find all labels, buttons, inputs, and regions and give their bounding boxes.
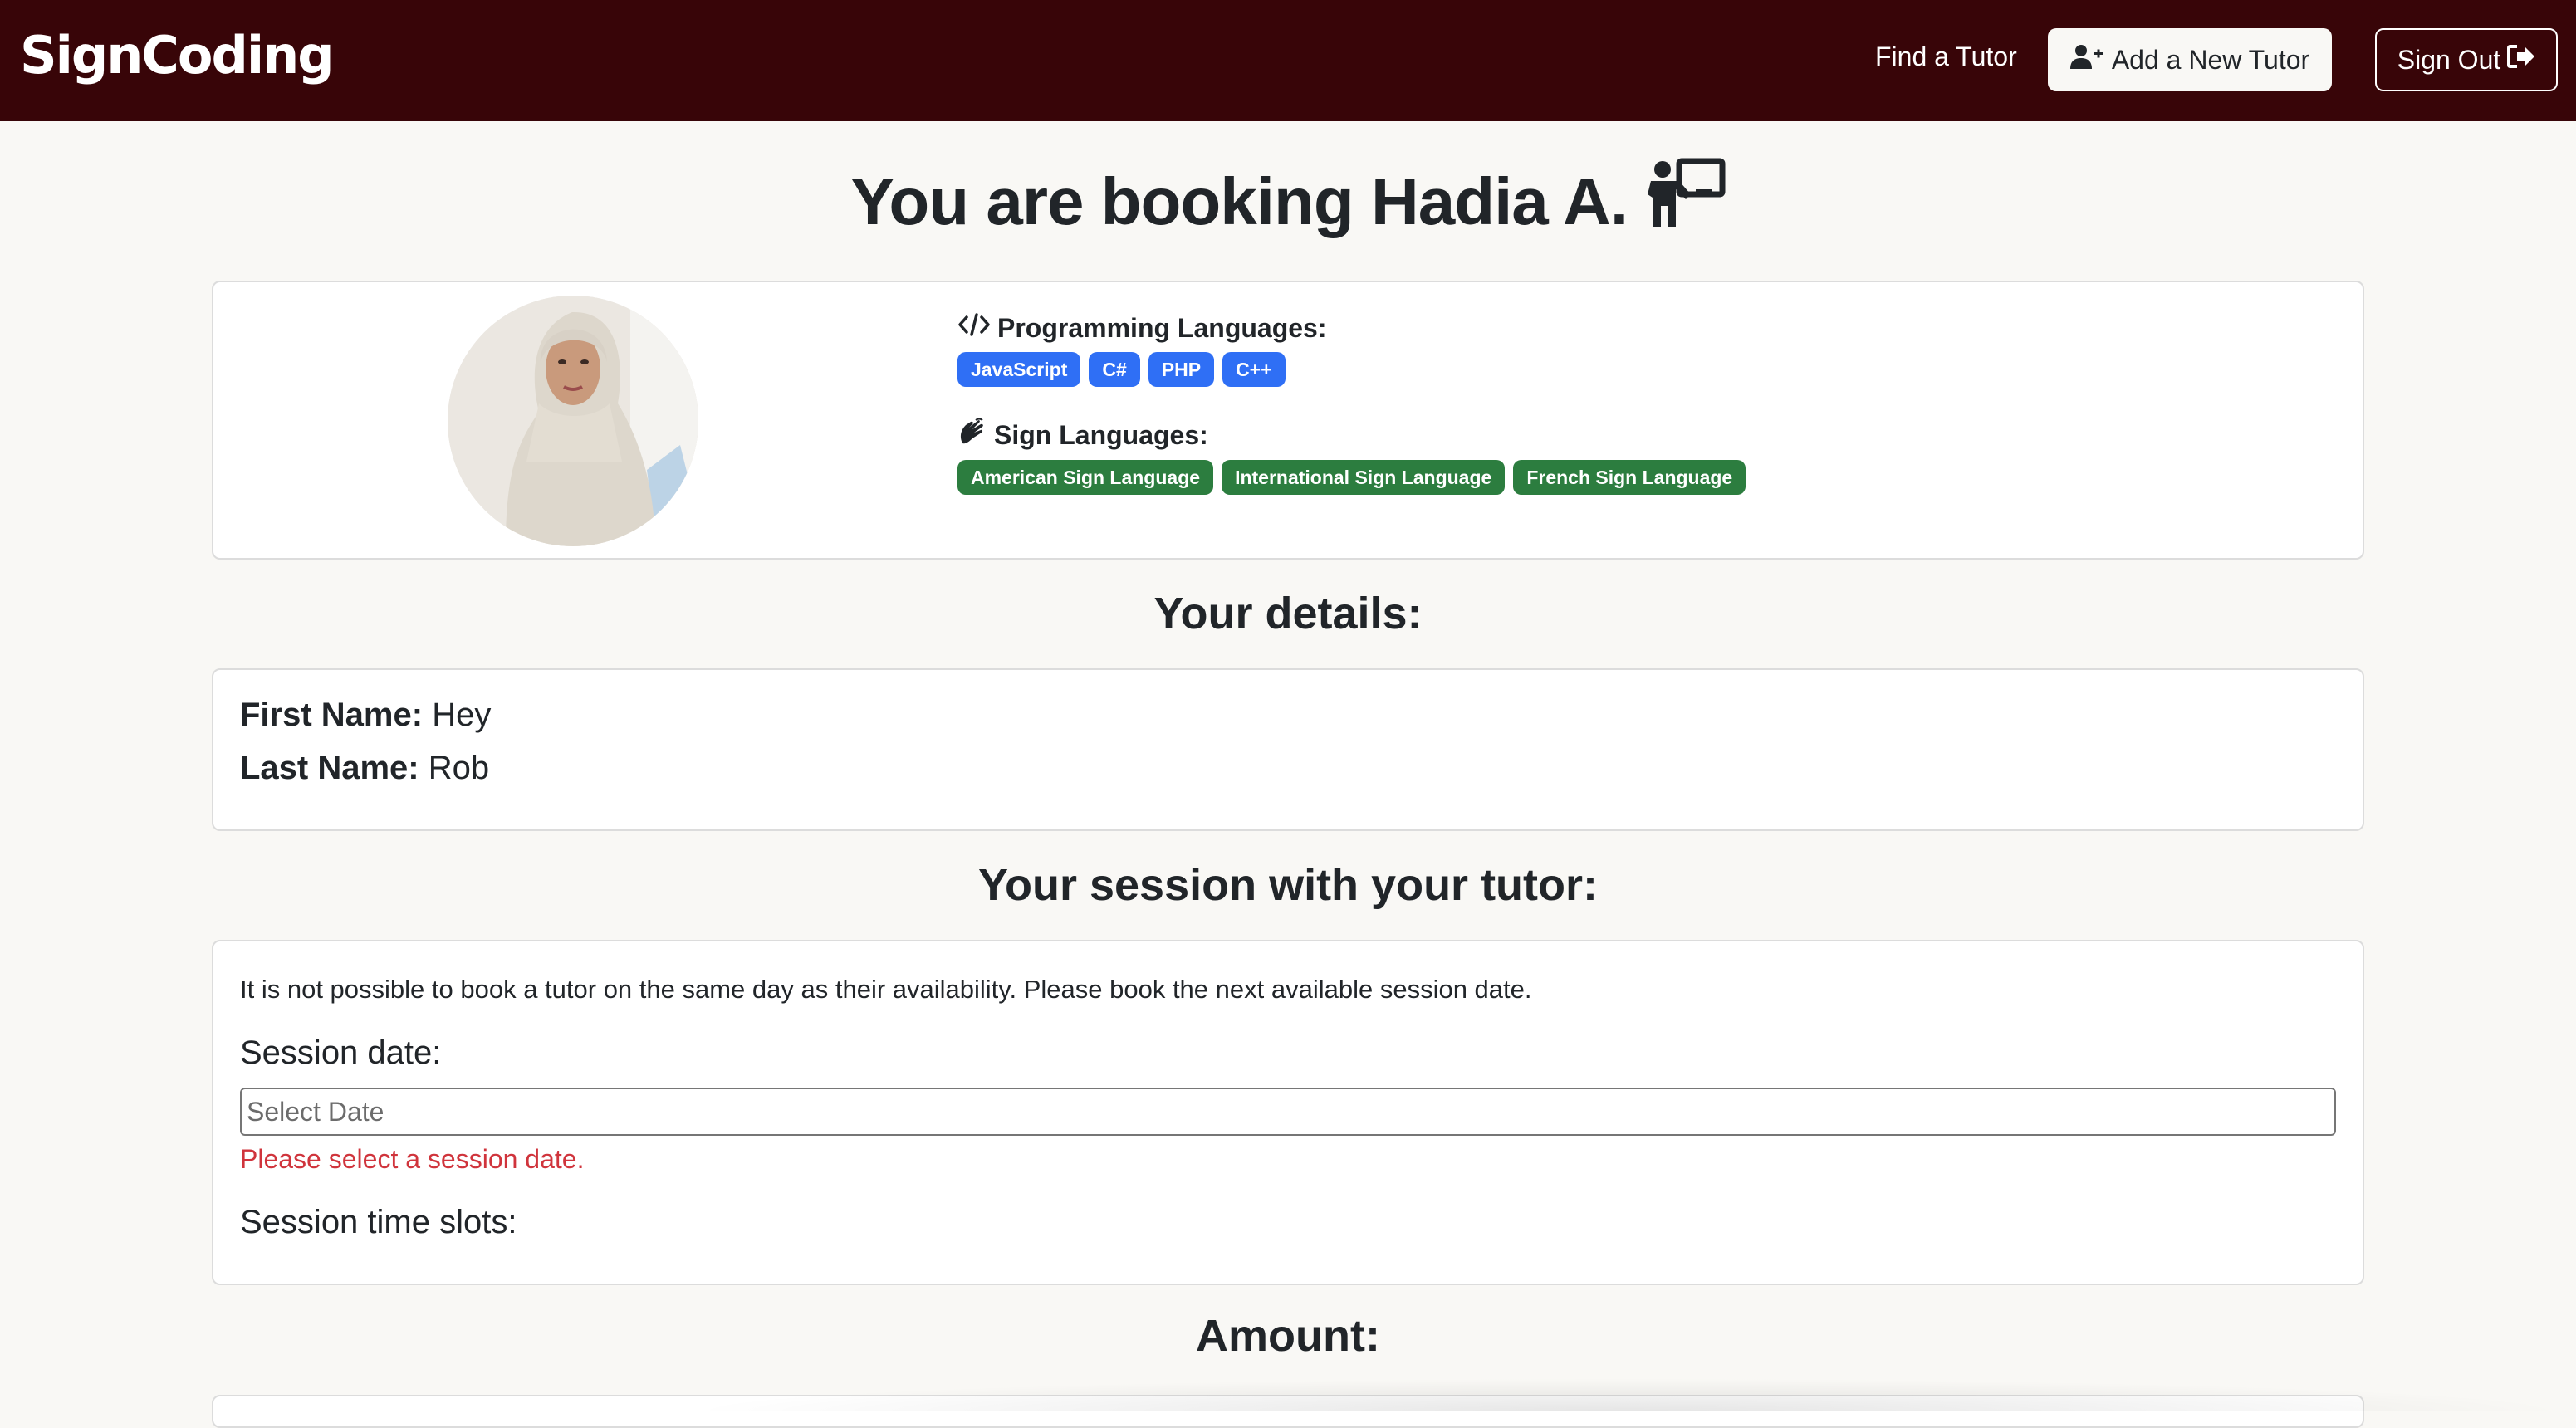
tutor-avatar — [448, 296, 698, 546]
teacher-board-icon — [1643, 158, 1726, 245]
amount-heading: Amount: — [1196, 1311, 1380, 1361]
navbar: SignCoding Find a Tutor Add a New Tutor … — [0, 0, 2576, 121]
sign-languages-heading: Sign Languages: — [994, 419, 1208, 450]
page-title: You are booking Hadia A. — [0, 158, 2576, 245]
session-date-error: Please select a session date. — [240, 1144, 585, 1174]
programming-languages-section: Programming Languages: JavaScript C# PHP… — [957, 312, 1327, 387]
first-name-row: First Name: Hey — [240, 697, 491, 734]
session-heading: Your session with your tutor: — [977, 860, 1599, 910]
session-card: It is not possible to book a tutor on th… — [212, 940, 2364, 1285]
badge-programming-language: C++ — [1222, 352, 1286, 387]
sign-out-button[interactable]: Sign Out — [2375, 28, 2558, 91]
add-tutor-button[interactable]: Add a New Tutor — [2048, 28, 2332, 91]
details-heading: Your details: — [1153, 589, 1423, 638]
sign-out-icon — [2507, 44, 2535, 76]
sign-badges: American Sign Language International Sig… — [957, 460, 1746, 495]
programming-badges: JavaScript C# PHP C++ — [957, 352, 1327, 387]
last-name-label: Last Name: — [240, 750, 419, 786]
sign-out-label: Sign Out — [2397, 44, 2501, 75]
find-tutor-link[interactable]: Find a Tutor — [1875, 42, 2017, 72]
last-name-value: Rob — [428, 750, 490, 786]
session-time-slots-label: Session time slots: — [240, 1204, 517, 1240]
brand-logo[interactable]: SignCoding — [20, 25, 335, 86]
hands-signing-icon — [957, 418, 987, 452]
programming-languages-heading: Programming Languages: — [997, 312, 1327, 343]
session-date-input[interactable] — [240, 1088, 2336, 1136]
sign-languages-section: Sign Languages: American Sign Language I… — [957, 418, 1746, 495]
page-title-text: You are booking Hadia A. — [850, 164, 1628, 238]
user-plus-icon — [2069, 43, 2103, 76]
badge-programming-language: JavaScript — [957, 352, 1081, 387]
first-name-value: Hey — [432, 697, 492, 733]
badge-sign-language: American Sign Language — [957, 460, 1214, 495]
badge-programming-language: C# — [1089, 352, 1140, 387]
scroll-shadow — [681, 1378, 2576, 1411]
session-date-label: Session date: — [240, 1034, 442, 1071]
details-card: First Name: Hey Last Name: Rob — [212, 668, 2364, 831]
first-name-label: First Name: — [240, 697, 424, 733]
code-icon — [957, 312, 991, 344]
tutor-card: Programming Languages: JavaScript C# PHP… — [212, 281, 2364, 560]
badge-programming-language: PHP — [1148, 352, 1215, 387]
badge-sign-language: French Sign Language — [1513, 460, 1746, 495]
session-notice: It is not possible to book a tutor on th… — [240, 975, 1532, 1004]
last-name-row: Last Name: Rob — [240, 750, 489, 787]
add-tutor-label: Add a New Tutor — [2111, 44, 2310, 75]
badge-sign-language: International Sign Language — [1222, 460, 1506, 495]
